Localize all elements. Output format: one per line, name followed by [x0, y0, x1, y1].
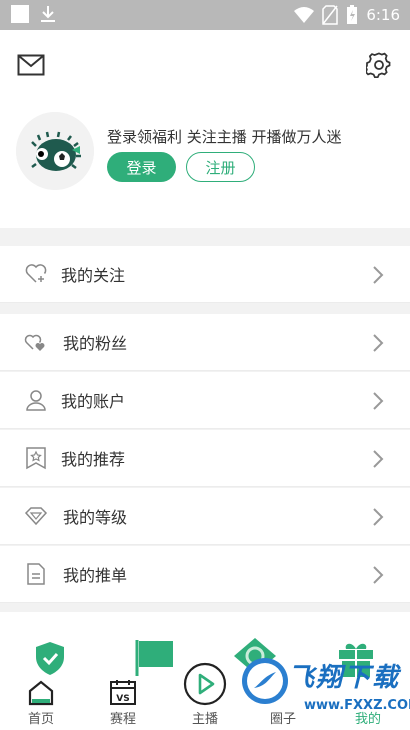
download-icon	[41, 6, 55, 22]
chevron-right-icon	[373, 392, 384, 410]
login-button[interactable]: 登录	[107, 152, 176, 182]
chevron-right-icon	[373, 334, 384, 352]
profile-card: 登录领福利 关注主播 开播做万人迷 登录 注册	[0, 30, 410, 228]
menu-item-account[interactable]: 我的账户	[0, 372, 410, 429]
chevron-right-icon	[373, 508, 384, 526]
watermark-logo-icon	[242, 658, 288, 704]
chevron-right-icon	[373, 266, 384, 284]
mail-icon[interactable]	[17, 54, 45, 76]
status-time: 6:16	[366, 6, 400, 24]
avatar[interactable]	[16, 112, 94, 190]
tab-label: 首页	[27, 712, 54, 727]
chevron-right-icon	[373, 450, 384, 468]
menu-item-follow[interactable]: 我的关注	[0, 246, 410, 303]
menu-item-recommend[interactable]: 我的推荐	[0, 430, 410, 487]
menu-item-tips[interactable]: 我的推单	[0, 546, 410, 603]
diamond-icon	[24, 507, 48, 526]
tab-home[interactable]: 首页	[11, 612, 71, 730]
status-bar: 6:16	[0, 0, 410, 30]
menu-item-label: 我的推荐	[61, 450, 126, 469]
menu-item-level[interactable]: 我的等级	[0, 488, 410, 545]
tab-anchor[interactable]: 主播	[175, 612, 235, 730]
bookmark-star-icon	[26, 447, 46, 470]
login-slogan: 登录领福利 关注主播 开播做万人迷	[107, 128, 342, 146]
menu-item-fans[interactable]: 我的粉丝	[0, 314, 410, 371]
menu-item-label: 我的账户	[61, 392, 126, 411]
register-button[interactable]: 注册	[186, 152, 255, 182]
tab-schedule[interactable]: VS 赛程	[93, 612, 153, 730]
no-sim-icon	[322, 5, 339, 25]
settings-icon[interactable]	[366, 52, 392, 78]
battery-charging-icon	[347, 5, 358, 24]
menu-item-label: 我的粉丝	[63, 334, 128, 353]
home-icon	[28, 680, 54, 706]
tab-label: 主播	[191, 712, 218, 727]
menu-item-label: 我的推单	[63, 566, 128, 585]
pufferfish-mascot-icon	[16, 112, 94, 190]
hearts-icon	[24, 334, 45, 351]
menu-item-label: 我的等级	[63, 508, 128, 527]
app-notification-icon	[11, 5, 29, 23]
user-icon	[26, 390, 46, 411]
document-icon	[27, 563, 45, 585]
chevron-right-icon	[373, 566, 384, 584]
play-circle-icon	[183, 662, 227, 706]
wifi-icon	[294, 7, 315, 23]
menu-item-label: 我的关注	[61, 266, 126, 285]
heart-plus-icon	[25, 264, 47, 283]
svg-text:VS: VS	[116, 694, 129, 704]
watermark-text: 飞翔下载	[288, 663, 401, 693]
tab-label: 赛程	[109, 712, 136, 727]
watermark: 飞翔下载 www.FXXZ.COM	[240, 652, 410, 727]
calendar-vs-icon: VS	[110, 680, 136, 705]
watermark-url: www.FXXZ.COM	[304, 698, 410, 713]
